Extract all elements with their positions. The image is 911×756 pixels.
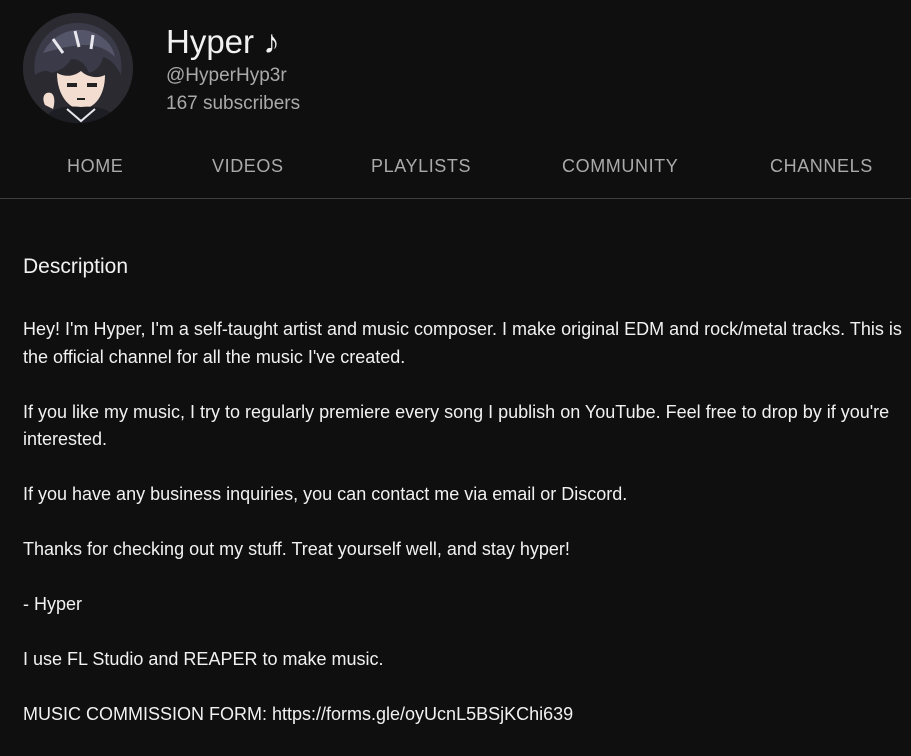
- subscriber-count: 167 subscribers: [166, 93, 301, 114]
- description-signature: - Hyper: [23, 594, 83, 614]
- description-paragraph: If you have any business inquiries, you …: [23, 484, 628, 504]
- tab-channels[interactable]: CHANNELS: [770, 154, 873, 178]
- description-paragraph: Hey! I'm Hyper, I'm a self-taught artist…: [23, 319, 902, 367]
- channel-handle: @HyperHyp3r: [166, 65, 287, 86]
- channel-description: Hey! I'm Hyper, I'm a self-taught artist…: [23, 316, 908, 756]
- description-paragraph: I use FL Studio and REAPER to make music…: [23, 649, 384, 669]
- anime-character-avatar-icon: [23, 13, 133, 123]
- channel-tabs: HOME VIDEOS PLAYLISTS COMMUNITY CHANNELS: [0, 140, 911, 199]
- channel-name: Hyper ♪: [166, 23, 280, 60]
- description-paragraph: If you like my music, I try to regularly…: [23, 401, 890, 450]
- commission-form-line[interactable]: MUSIC COMMISSION FORM: https://forms.gle…: [23, 701, 908, 729]
- description-heading: Description: [23, 255, 129, 278]
- tab-videos[interactable]: VIDEOS: [212, 154, 284, 178]
- channel-header: Hyper ♪ @HyperHyp3r 167 subscribers: [0, 0, 911, 140]
- tab-playlists[interactable]: PLAYLISTS: [371, 154, 471, 178]
- tab-home[interactable]: HOME: [67, 154, 123, 178]
- tab-community[interactable]: COMMUNITY: [562, 154, 678, 178]
- channel-avatar[interactable]: [23, 13, 133, 123]
- description-paragraph: Thanks for checking out my stuff. Treat …: [23, 539, 570, 559]
